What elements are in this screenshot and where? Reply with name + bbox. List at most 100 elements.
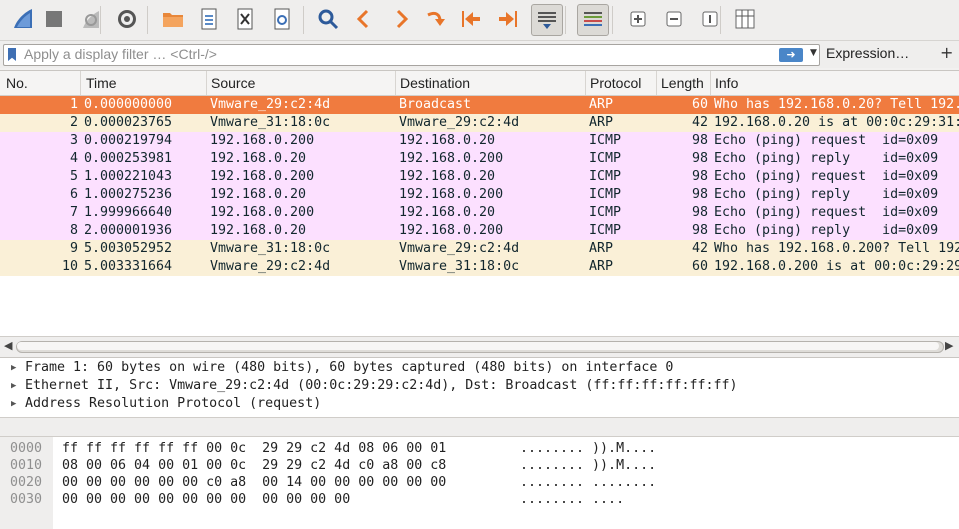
bytes-row[interactable]: 0000 ff ff ff ff ff ff 00 0c 29 29 c2 4d … xyxy=(0,440,959,457)
normal-size-icon[interactable] xyxy=(696,5,724,33)
find-packet-icon[interactable] xyxy=(314,5,342,33)
bytes-ascii: ........ ........ xyxy=(520,475,657,490)
packet-cell-proto: ARP xyxy=(589,241,614,256)
detail-tree-label: Frame 1: 60 bytes on wire (480 bits), 60… xyxy=(25,360,674,375)
packet-row[interactable]: 3 0.000219794 192.168.0.200 192.168.0.20 ICM… xyxy=(0,132,959,150)
column-header-source[interactable]: Source xyxy=(211,75,255,95)
bytes-hex: 00 00 00 00 00 00 c0 a8 00 14 00 00 00 0… xyxy=(62,475,447,490)
packet-row[interactable]: 8 2.000001936 192.168.0.20 192.168.0.200 ICM… xyxy=(0,222,959,240)
column-divider[interactable] xyxy=(656,71,657,95)
packet-cell-no: 8 xyxy=(69,223,78,238)
packet-cell-dst: 192.168.0.200 xyxy=(399,187,504,202)
packet-cell-info: Echo (ping) request id=0x09 xyxy=(714,133,939,148)
packet-cell-proto: ARP xyxy=(589,97,614,112)
packet-cell-src: 192.168.0.200 xyxy=(210,205,315,220)
column-header-destination[interactable]: Destination xyxy=(400,75,470,95)
bytes-row[interactable]: 0030 00 00 00 00 00 00 00 00 00 00 00 00.… xyxy=(0,491,959,508)
column-divider[interactable] xyxy=(395,71,396,95)
expand-arrow-icon[interactable]: ▶ xyxy=(11,377,16,395)
resize-columns-icon[interactable] xyxy=(731,5,759,33)
packet-cell-dst: Vmware_29:c2:4d xyxy=(399,115,520,130)
packet-cell-src: 192.168.0.200 xyxy=(210,133,315,148)
packet-cell-len: 98 xyxy=(691,151,708,166)
add-filter-button[interactable]: + xyxy=(940,43,953,62)
column-header-info[interactable]: Info xyxy=(715,75,738,95)
go-back-icon[interactable] xyxy=(350,5,378,33)
packet-row[interactable]: 7 1.999966640 192.168.0.200 192.168.0.20 ICM… xyxy=(0,204,959,222)
go-last-packet-icon[interactable] xyxy=(494,5,522,33)
packet-cell-time: 0.000000000 xyxy=(84,97,173,112)
expression-button[interactable]: Expression… xyxy=(826,45,909,61)
packet-cell-src: Vmware_31:18:0c xyxy=(210,115,331,130)
packet-row[interactable]: 4 0.000253981 192.168.0.20 192.168.0.200 ICM… xyxy=(0,150,959,168)
packet-row[interactable]: 1 0.000000000 Vmware_29:c2:4d Broadcast ARP 6… xyxy=(0,96,959,114)
display-filter-bar: ➜ ▼ Expression… + xyxy=(0,41,959,68)
filter-bookmark-icon[interactable] xyxy=(8,48,16,61)
bytes-ascii: ........ )).M.... xyxy=(520,458,657,473)
display-filter-input[interactable] xyxy=(24,46,764,62)
packet-row[interactable]: 5 1.000221043 192.168.0.200 192.168.0.20 ICM… xyxy=(0,168,959,186)
save-file-icon[interactable] xyxy=(195,5,223,33)
packet-list-horizontal-scrollbar[interactable]: ◀ ▶ xyxy=(0,336,959,357)
bytes-row[interactable]: 0010 08 00 06 04 00 01 00 0c 29 29 c2 4d … xyxy=(0,457,959,474)
display-filter-box: ➜ ▼ xyxy=(3,44,820,66)
packet-cell-proto: ICMP xyxy=(589,169,622,184)
packet-cell-len: 60 xyxy=(691,259,708,274)
auto-scroll-icon[interactable] xyxy=(531,4,563,36)
packet-row[interactable]: 9 5.003052952 Vmware_31:18:0c Vmware_29:c2:… xyxy=(0,240,959,258)
reload-file-icon[interactable] xyxy=(268,5,296,33)
packet-cell-info: Echo (ping) request id=0x09 xyxy=(714,169,939,184)
column-divider[interactable] xyxy=(710,71,711,95)
packet-row[interactable]: 6 1.000275236 192.168.0.20 192.168.0.200 ICM… xyxy=(0,186,959,204)
packet-cell-len: 98 xyxy=(691,169,708,184)
packet-row[interactable]: 10 5.003331664 Vmware_29:c2:4d Vmware_31:18… xyxy=(0,258,959,276)
scroll-left-arrow-icon[interactable]: ◀ xyxy=(4,339,12,352)
scrollbar-thumb[interactable] xyxy=(17,342,939,350)
column-divider[interactable] xyxy=(585,71,586,95)
packet-cell-time: 1.000221043 xyxy=(84,169,173,184)
shark-fin-start-icon[interactable] xyxy=(9,5,37,33)
detail-tree-item[interactable]: ▶ Frame 1: 60 bytes on wire (480 bits), 6… xyxy=(0,359,959,377)
scroll-right-arrow-icon[interactable]: ▶ xyxy=(945,339,953,352)
expand-arrow-icon[interactable]: ▶ xyxy=(11,395,16,413)
packet-cell-src: Vmware_29:c2:4d xyxy=(210,259,331,274)
close-file-icon[interactable] xyxy=(231,5,259,33)
stop-capture-icon[interactable] xyxy=(40,5,68,33)
detail-tree-item[interactable]: ▶ Address Resolution Protocol (request) xyxy=(0,395,959,413)
filter-history-dropdown-icon[interactable]: ▼ xyxy=(810,48,817,58)
open-folder-icon[interactable] xyxy=(159,5,187,33)
bytes-hex: ff ff ff ff ff ff 00 0c 29 29 c2 4d 08 0… xyxy=(62,441,447,456)
bytes-offset: 0030 xyxy=(10,492,43,507)
pane-splitter[interactable] xyxy=(0,417,959,437)
packet-cell-time: 5.003052952 xyxy=(84,241,173,256)
column-header-protocol[interactable]: Protocol xyxy=(590,75,641,95)
column-header-time[interactable]: Time xyxy=(86,75,117,95)
packet-details-pane: ▶ Frame 1: 60 bytes on wire (480 bits), 6… xyxy=(0,357,959,418)
packet-bytes-pane: 0000 ff ff ff ff ff ff 00 0c 29 29 c2 4d … xyxy=(0,437,959,529)
packet-cell-info: Echo (ping) request id=0x09 xyxy=(714,205,939,220)
apply-filter-arrow-icon[interactable]: ➜ xyxy=(779,48,803,62)
packet-cell-proto: ARP xyxy=(589,115,614,130)
expand-arrow-icon[interactable]: ▶ xyxy=(11,359,16,377)
zoom-out-icon[interactable] xyxy=(660,5,688,33)
detail-tree-item[interactable]: ▶ Ethernet II, Src: Vmware_29:c2:4d (00:0… xyxy=(0,377,959,395)
packet-cell-proto: ICMP xyxy=(589,151,622,166)
packet-cell-time: 1.999966640 xyxy=(84,205,173,220)
bytes-row[interactable]: 0020 00 00 00 00 00 00 c0 a8 00 14 00 00 … xyxy=(0,474,959,491)
column-divider[interactable] xyxy=(80,71,81,95)
packet-row[interactable]: 2 0.000023765 Vmware_31:18:0c Vmware_29:c2:… xyxy=(0,114,959,132)
restart-capture-icon[interactable] xyxy=(77,5,105,33)
go-to-packet-icon[interactable] xyxy=(422,5,450,33)
packet-cell-dst: 192.168.0.20 xyxy=(399,133,496,148)
packet-cell-info: Echo (ping) reply id=0x09 xyxy=(714,187,939,202)
capture-options-gear-icon[interactable] xyxy=(113,5,141,33)
column-header-length[interactable]: Length xyxy=(661,75,704,95)
column-header-no[interactable]: No. xyxy=(6,75,28,95)
go-first-packet-icon[interactable] xyxy=(457,5,485,33)
colorize-icon[interactable] xyxy=(577,4,609,36)
packet-cell-info: Who has 192.168.0.200? Tell 192.168.0.20 xyxy=(714,241,959,256)
zoom-in-icon[interactable] xyxy=(624,5,652,33)
go-forward-icon[interactable] xyxy=(387,5,415,33)
packet-list: No. Time Source Destination Protocol Len… xyxy=(0,70,959,337)
column-divider[interactable] xyxy=(206,71,207,95)
